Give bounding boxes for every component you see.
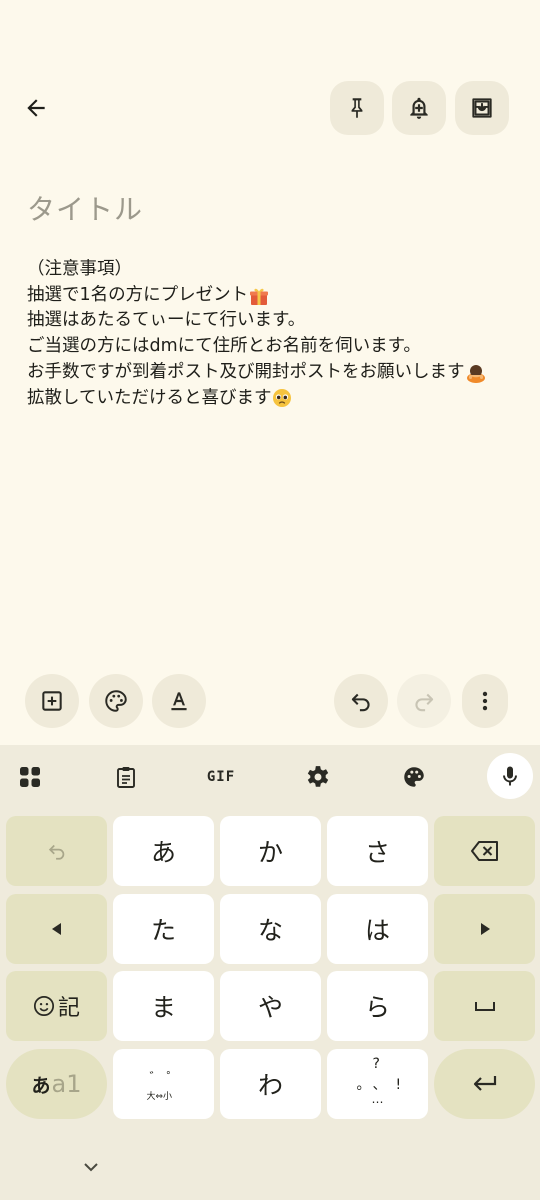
dakuten-key[interactable]: ゛゜ 大⇔小 [113, 1049, 214, 1119]
back-button[interactable] [14, 86, 58, 130]
triangle-right-icon [480, 923, 490, 935]
enter-arrow-icon [473, 1076, 496, 1091]
keyboard-settings-button[interactable] [296, 759, 340, 795]
punctuation-key[interactable]: ? 。、! … [327, 1049, 428, 1119]
punct-middle-label: 。、! [356, 1077, 411, 1093]
note-line-text: お手数ですが到着ポスト及び開封ポストをお願いします [27, 361, 465, 382]
symbol-label: 記 [57, 996, 80, 1021]
key-wa[interactable]: わ [220, 1049, 321, 1119]
undo-button[interactable] [334, 674, 388, 728]
smiley-icon [33, 995, 55, 1017]
keyboard: GIF あ か さ た な は 記 ま や ら あ a1 ゛゜ 大⇔小 わ ? … [0, 745, 540, 1200]
backspace-key[interactable] [434, 816, 535, 886]
note-line: （注意事項） [27, 257, 527, 283]
space-bar-icon [474, 1002, 495, 1011]
archive-icon [472, 98, 492, 118]
key-a[interactable]: あ [113, 816, 214, 886]
note-line: 抽選はあたるてぃーにて行います。 [27, 308, 527, 334]
punct-top-label: ? [372, 1056, 380, 1072]
note-line: お手数ですが到着ポスト及び開封ポストをお願いします [27, 360, 527, 386]
text-format-icon [171, 692, 187, 711]
key-ya[interactable]: や [220, 971, 321, 1041]
apps-grid-icon [20, 767, 40, 787]
dakuten-top-label: ゛゜ [149, 1071, 184, 1086]
text-format-button[interactable] [152, 674, 206, 728]
gif-label: GIF [206, 769, 236, 785]
background-options-button[interactable] [89, 674, 143, 728]
note-line: 拡散していただけると喜びます [27, 386, 527, 412]
backspace-icon [470, 841, 498, 861]
apps-button[interactable] [8, 759, 52, 795]
cursor-left-key[interactable] [6, 894, 107, 964]
more-options-button[interactable] [462, 674, 508, 728]
arrow-back-icon [27, 99, 45, 117]
add-box-icon [42, 691, 62, 711]
note-body-field[interactable]: （注意事項） 抽選で1名の方にプレゼント 抽選はあたるてぃーにて行います。 ご当… [27, 257, 527, 411]
archive-button[interactable] [455, 81, 509, 135]
note-title-field[interactable]: タイトル [27, 188, 143, 228]
key-sa[interactable]: さ [327, 816, 428, 886]
triangle-left-icon [51, 923, 61, 935]
undo-key[interactable] [6, 816, 107, 886]
pin-button[interactable] [330, 81, 384, 135]
note-line: 抽選で1名の方にプレゼント [27, 283, 527, 309]
pin-icon [351, 98, 363, 118]
emoji-symbol-key[interactable]: 記 [6, 971, 107, 1041]
undo-icon [48, 844, 64, 860]
bowing-person-icon [466, 364, 485, 383]
key-ha[interactable]: は [327, 894, 428, 964]
voice-input-button[interactable] [487, 753, 533, 799]
note-line-text: 拡散していただけると喜びます [27, 387, 272, 408]
key-ta[interactable]: た [113, 894, 214, 964]
gift-icon [250, 288, 269, 305]
input-mode-key[interactable]: あ a1 [6, 1049, 107, 1119]
dakuten-key-content: ゛゜ 大⇔小 [134, 1059, 194, 1109]
key-ra[interactable]: ら [327, 971, 428, 1041]
note-line-text: ご当選の方にはdmにて住所とお名前を伺います。 [27, 336, 421, 357]
punct-bottom-label: … [371, 1092, 384, 1106]
keyboard-hide-icon[interactable] [80, 1160, 102, 1176]
punctuation-key-content: ? 。、! … [348, 1056, 411, 1109]
note-top-bar [0, 80, 540, 136]
note-line: ご当選の方にはdmにて住所とお名前を伺います。 [27, 334, 527, 360]
key-ma[interactable]: ま [113, 971, 214, 1041]
palette-icon [404, 767, 424, 787]
reminder-button[interactable] [392, 81, 446, 135]
cursor-right-key[interactable] [434, 894, 535, 964]
note-line-text: 抽選はあたるてぃーにて行います。 [27, 310, 306, 331]
note-bottom-bar [0, 674, 540, 728]
note-line-text: （注意事項） [27, 259, 132, 279]
pleading-face-icon [273, 389, 292, 408]
key-ka[interactable]: か [220, 816, 321, 886]
clipboard-button[interactable] [104, 759, 148, 795]
note-line-text: 抽選で1名の方にプレゼント [27, 284, 249, 305]
emoji-symbol-label: 記 [33, 990, 80, 1022]
add-content-button[interactable] [25, 674, 79, 728]
gear-icon [307, 766, 329, 787]
more-vert-icon [482, 691, 488, 711]
bell-add-icon [410, 97, 428, 119]
dakuten-bottom-label: 大⇔小 [146, 1092, 173, 1102]
redo-button[interactable] [397, 674, 451, 728]
clipboard-icon [117, 767, 135, 788]
mic-icon [503, 766, 517, 786]
mode-kana-label: あ [31, 1074, 51, 1097]
gif-button[interactable]: GIF [199, 759, 243, 795]
space-key[interactable] [434, 971, 535, 1041]
palette-icon [105, 690, 127, 712]
keyboard-theme-button[interactable] [392, 759, 436, 795]
mode-alnum-label: a1 [51, 1070, 82, 1098]
redo-icon [415, 693, 434, 712]
key-na[interactable]: な [220, 894, 321, 964]
enter-key[interactable] [434, 1049, 535, 1119]
undo-icon [351, 693, 370, 712]
